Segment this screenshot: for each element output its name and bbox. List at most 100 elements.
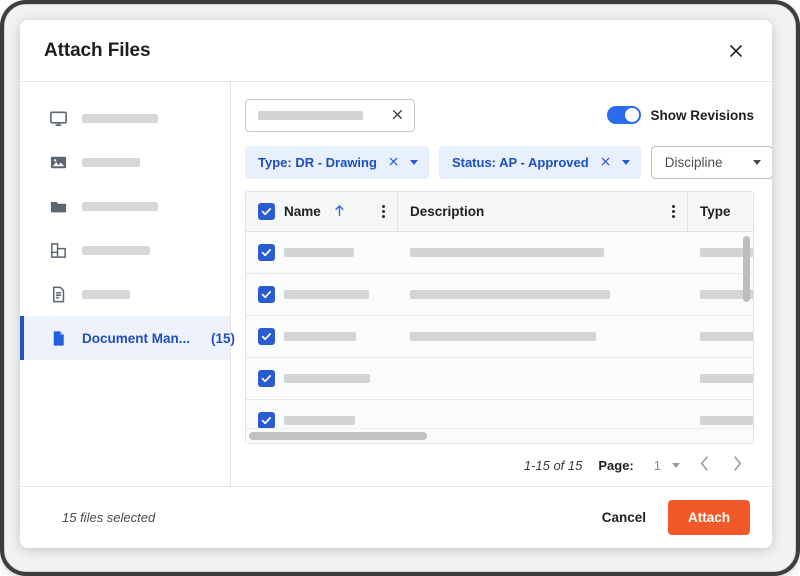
toggle-switch[interactable] xyxy=(607,106,641,124)
cell-description xyxy=(398,358,688,399)
cell-description-placeholder xyxy=(410,248,604,257)
scrollbar-thumb[interactable] xyxy=(249,432,427,440)
chevron-down-icon xyxy=(753,160,761,165)
page-number-select[interactable]: 1 xyxy=(650,458,680,473)
column-menu-name-icon[interactable] xyxy=(382,205,385,218)
search-input[interactable] xyxy=(245,99,415,132)
footer-actions: Cancel Attach xyxy=(602,500,750,535)
files-table: Name Description Type xyxy=(245,191,754,444)
pagination-range: 1-15 of 15 xyxy=(524,458,583,473)
discipline-select-label: Discipline xyxy=(665,155,723,170)
show-revisions-label: Show Revisions xyxy=(650,108,754,123)
remove-filter-icon[interactable] xyxy=(600,156,611,169)
next-page-button[interactable] xyxy=(729,455,746,476)
filter-chip-type[interactable]: Type: DR - Drawing xyxy=(245,146,429,179)
toggle-knob xyxy=(625,108,639,122)
cell-name-placeholder xyxy=(284,374,370,383)
monitor-icon xyxy=(48,108,68,128)
sidebar-item-label xyxy=(82,114,158,123)
sidebar-item-monitor[interactable] xyxy=(20,96,230,140)
filter-chip-label: Status: AP - Approved xyxy=(452,155,589,170)
column-header-label: Type xyxy=(700,204,731,219)
table-vertical-scrollbar[interactable] xyxy=(743,236,750,302)
table-body xyxy=(246,232,753,428)
table-row[interactable] xyxy=(246,400,753,428)
chevron-down-icon xyxy=(672,463,680,468)
column-header-description[interactable]: Description xyxy=(398,192,688,231)
filter-chips: Type: DR - Drawing Status: AP - Approved… xyxy=(245,146,754,179)
cell-type-placeholder xyxy=(700,416,753,425)
cell-name-placeholder xyxy=(284,248,354,257)
site-plan-icon xyxy=(48,240,68,260)
sidebar-item-label xyxy=(82,202,158,211)
cell-type xyxy=(688,400,753,428)
select-all-checkbox[interactable] xyxy=(258,203,275,220)
folder-icon xyxy=(48,196,68,216)
document-icon xyxy=(48,284,68,304)
show-revisions-toggle[interactable]: Show Revisions xyxy=(607,106,754,124)
cell-type-placeholder xyxy=(700,332,753,341)
filter-chip-label: Type: DR - Drawing xyxy=(258,155,377,170)
table-row[interactable] xyxy=(246,358,753,400)
cell-name-placeholder xyxy=(284,290,369,299)
sidebar-item-document-management[interactable]: Document Man... (15) xyxy=(20,316,230,360)
close-icon[interactable] xyxy=(722,37,750,65)
clear-search-icon[interactable] xyxy=(391,108,404,123)
dialog-header: Attach Files xyxy=(20,20,772,82)
cell-name xyxy=(246,316,398,357)
cell-name-placeholder xyxy=(284,416,355,425)
image-icon xyxy=(48,152,68,172)
cell-description-placeholder xyxy=(410,332,596,341)
row-checkbox[interactable] xyxy=(258,244,275,261)
dialog-footer: 15 files selected Cancel Attach xyxy=(20,486,772,548)
column-header-type[interactable]: Type xyxy=(688,192,753,231)
sidebar-item-images[interactable] xyxy=(20,140,230,184)
main-content: Show Revisions Type: DR - Drawing Status… xyxy=(231,82,772,486)
table-row[interactable] xyxy=(246,232,753,274)
row-checkbox[interactable] xyxy=(258,286,275,303)
row-checkbox[interactable] xyxy=(258,328,275,345)
table-row[interactable] xyxy=(246,316,753,358)
column-menu-description-icon[interactable] xyxy=(672,205,675,218)
sidebar-item-folder[interactable] xyxy=(20,184,230,228)
sidebar-item-label xyxy=(82,246,150,255)
chevron-down-icon[interactable] xyxy=(410,160,418,165)
table-row[interactable] xyxy=(246,274,753,316)
sidebar-item-count: (15) xyxy=(211,331,235,346)
cell-description xyxy=(398,316,688,357)
table-horizontal-scrollbar[interactable] xyxy=(246,428,753,443)
sidebar: Document Man... (15) xyxy=(20,82,231,486)
sidebar-item-document[interactable] xyxy=(20,272,230,316)
attach-button[interactable]: Attach xyxy=(668,500,750,535)
dialog-body: Document Man... (15) Show Revisions xyxy=(20,82,772,486)
filter-chip-status[interactable]: Status: AP - Approved xyxy=(439,146,641,179)
cell-description xyxy=(398,274,688,315)
pagination: 1-15 of 15 Page: 1 xyxy=(245,444,754,486)
cell-description-placeholder xyxy=(410,290,610,299)
row-checkbox[interactable] xyxy=(258,412,275,428)
column-header-label: Name xyxy=(284,204,321,219)
remove-filter-icon[interactable] xyxy=(388,156,399,169)
pagination-page-label: Page: xyxy=(598,458,633,473)
previous-page-button[interactable] xyxy=(696,455,713,476)
cell-type-placeholder xyxy=(700,374,753,383)
page-number-value: 1 xyxy=(654,458,661,473)
file-icon xyxy=(48,328,68,348)
cell-name xyxy=(246,274,398,315)
cell-name xyxy=(246,232,398,273)
cancel-button[interactable]: Cancel xyxy=(602,510,646,525)
sidebar-item-site-plan[interactable] xyxy=(20,228,230,272)
selection-count-label: 15 files selected xyxy=(62,510,155,525)
row-checkbox[interactable] xyxy=(258,370,275,387)
arrow-up-icon[interactable] xyxy=(334,204,345,220)
discipline-select[interactable]: Discipline xyxy=(651,146,772,179)
sidebar-item-label: Document Man... xyxy=(82,331,190,346)
sidebar-item-label xyxy=(82,290,130,299)
page-title: Attach Files xyxy=(44,40,151,62)
toolbar: Show Revisions xyxy=(245,98,754,132)
cell-name xyxy=(246,400,398,428)
column-header-name[interactable]: Name xyxy=(246,192,398,231)
chevron-down-icon[interactable] xyxy=(622,160,630,165)
search-input-value xyxy=(258,111,363,120)
table-header: Name Description Type xyxy=(246,192,753,232)
